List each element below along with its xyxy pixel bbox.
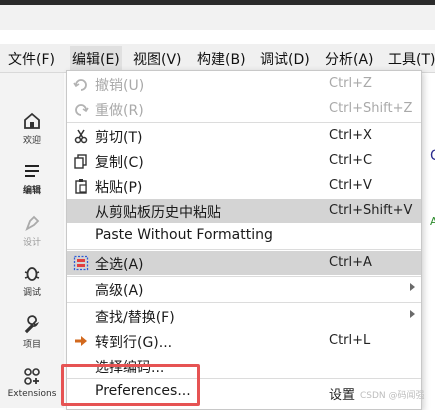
- goto-line-icon: [75, 336, 87, 346]
- pen-icon: [25, 215, 40, 232]
- menu-item-redo[interactable]: 重做(R) Ctrl+Shift+Z: [67, 97, 421, 121]
- sidebar-label: 设计: [22, 238, 41, 248]
- mode-sidebar: 欢迎 编辑 设计 调试 项目 Extensions: [0, 73, 64, 408]
- menu-item-cut[interactable]: 剪切(T) Ctrl+X: [67, 124, 421, 148]
- menu-item-shortcut: Ctrl+L: [329, 333, 371, 348]
- menu-item-paste-from-history[interactable]: 从剪贴板历史中粘贴 Ctrl+Shift+V: [67, 199, 421, 223]
- sidebar-item-design[interactable]: 设计: [0, 213, 64, 248]
- menu-view[interactable]: 视图(V): [133, 49, 182, 69]
- editor-fragment: C: [430, 148, 435, 164]
- menu-debug[interactable]: 调试(D): [260, 49, 310, 69]
- menu-item-label: 从剪贴板历史中粘贴: [95, 205, 221, 221]
- menu-separator: [67, 302, 421, 303]
- menu-item-advanced[interactable]: 高级(A): [67, 277, 421, 301]
- editor-background: C A: [420, 73, 435, 408]
- menu-item-paste[interactable]: 粘贴(P) Ctrl+V: [67, 174, 421, 198]
- menu-edit[interactable]: 编辑(E): [70, 46, 122, 72]
- menu-item-label: Paste Without Formatting: [95, 227, 273, 243]
- sidebar-item-extensions[interactable]: Extensions: [0, 367, 64, 399]
- menu-item-shortcut: Ctrl+Shift+Z: [329, 101, 413, 116]
- menu-bar: 文件(F) 编辑(E) 视图(V) 构建(B) 调试(D) 分析(A) 工具(T…: [0, 44, 435, 73]
- menu-item-shortcut: Ctrl+Z: [329, 76, 372, 91]
- highlight-annotation: [61, 364, 200, 406]
- sidebar-item-debug[interactable]: 调试: [0, 263, 64, 298]
- redo-icon: [75, 104, 89, 116]
- home-icon: [24, 112, 40, 129]
- menu-item-undo[interactable]: 撤销(U) Ctrl+Z: [67, 72, 421, 96]
- menu-item-select-all[interactable]: 全选(A) Ctrl+A: [67, 251, 421, 275]
- menu-separator: [67, 122, 421, 123]
- sidebar-item-projects[interactable]: 项目: [0, 315, 64, 350]
- submenu-arrow-icon: [410, 310, 415, 318]
- menu-item-shortcut: Ctrl+X: [329, 128, 372, 143]
- extensions-icon: [24, 368, 40, 385]
- menu-item-shortcut: Ctrl+A: [329, 255, 372, 270]
- bug-icon: [24, 267, 40, 281]
- menu-item-label: 重做(R): [95, 103, 144, 119]
- sidebar-label: 编辑: [22, 186, 41, 196]
- undo-icon: [73, 79, 87, 91]
- menu-item-shortcut: Ctrl+C: [329, 153, 373, 168]
- menu-item-copy[interactable]: 复制(C) Ctrl+C: [67, 149, 421, 173]
- window-title-strip: [0, 0, 435, 5]
- menu-item-label: 全选(A): [95, 257, 144, 273]
- menu-item-label: 粘贴(P): [95, 180, 143, 196]
- sidebar-item-welcome[interactable]: 欢迎: [0, 111, 64, 146]
- watermark: CSDN @码闻强: [360, 391, 425, 401]
- menu-item-label: 查找/替换(F): [95, 310, 175, 326]
- sidebar-item-edit[interactable]: 编辑: [0, 161, 64, 196]
- editor-fragment: A: [430, 215, 435, 228]
- menu-analyze[interactable]: 分析(A): [325, 49, 374, 69]
- menu-item-label: 复制(C): [95, 155, 144, 171]
- menu-build[interactable]: 构建(B): [197, 49, 246, 69]
- paste-icon: [75, 179, 87, 194]
- menu-item-label: 转到行(G)...: [95, 335, 173, 351]
- menu-item-label: 剪切(T): [95, 130, 143, 146]
- sidebar-label: 调试: [22, 288, 41, 298]
- sidebar-label: 项目: [22, 340, 41, 350]
- menu-file[interactable]: 文件(F): [8, 49, 55, 69]
- menu-item-find-replace[interactable]: 查找/替换(F): [67, 304, 421, 328]
- sidebar-label: Extensions: [7, 389, 57, 399]
- scissors-icon: [74, 129, 88, 144]
- menu-item-label: 高级(A): [95, 283, 144, 299]
- menu-item-shortcut: 设置: [329, 388, 356, 403]
- wrench-icon: [24, 315, 40, 334]
- menu-item-shortcut: Ctrl+Shift+V: [329, 203, 413, 218]
- edit-menu-dropdown: 撤销(U) Ctrl+Z 重做(R) Ctrl+Shift+Z 剪切(T) Ct…: [66, 70, 422, 410]
- menu-item-shortcut: Ctrl+V: [329, 178, 372, 193]
- select-all-icon: [73, 255, 89, 271]
- copy-icon: [74, 154, 87, 169]
- submenu-arrow-icon: [410, 283, 415, 291]
- sidebar-label: 欢迎: [22, 136, 41, 146]
- menu-separator: [67, 249, 421, 250]
- menu-item-paste-without-formatting[interactable]: Paste Without Formatting: [67, 224, 421, 248]
- edit-lines-icon: [25, 165, 39, 177]
- menu-item-goto-line[interactable]: 转到行(G)... Ctrl+L: [67, 329, 421, 353]
- menu-tools[interactable]: 工具(T): [388, 49, 435, 69]
- menu-item-label: 撤销(U): [95, 78, 145, 94]
